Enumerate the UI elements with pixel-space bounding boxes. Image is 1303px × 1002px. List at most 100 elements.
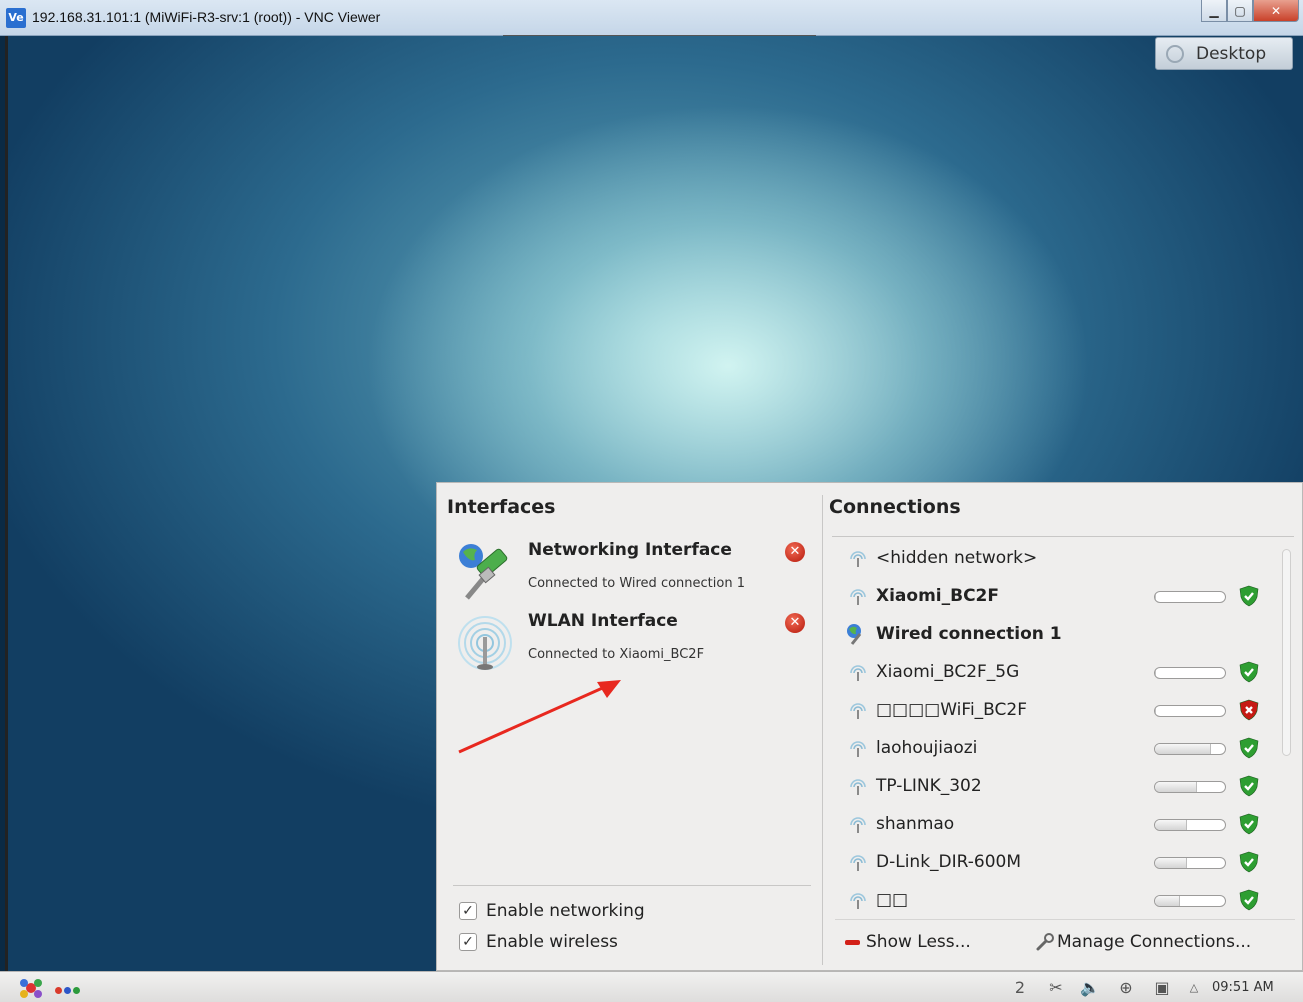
signal-strength-bar — [1154, 667, 1226, 679]
signal-strength-bar — [1154, 857, 1226, 869]
wired-network-icon — [847, 624, 862, 645]
connections-list: <hidden network> Xiaomi_BC2F Wired connect… — [841, 540, 1281, 920]
annotation-arrow-icon — [458, 680, 621, 754]
options-separator — [453, 885, 811, 886]
pager-widget[interactable]: 2 — [1008, 976, 1032, 998]
manage-connections-button[interactable]: Manage Connections... — [1035, 932, 1251, 952]
connection-name: TP-LINK_302 — [876, 776, 982, 796]
maximize-button[interactable]: ▢ — [1227, 0, 1253, 22]
interface-status: Connected to Wired connection 1 — [528, 576, 745, 591]
connection-name: Xiaomi_BC2F — [876, 586, 1000, 606]
connections-heading-underline — [832, 536, 1294, 537]
signal-strength-bar — [1154, 743, 1226, 755]
connection-item[interactable]: D-Link_DIR-600M — [841, 844, 1281, 882]
network-icon[interactable]: ⊕ — [1114, 976, 1138, 998]
interface-status: Connected to Xiaomi_BC2F — [528, 647, 705, 662]
minimize-button[interactable]: ▁ — [1201, 0, 1227, 22]
show-less-button[interactable]: Show Less... — [845, 932, 971, 952]
connection-name: shanmao — [876, 814, 955, 834]
show-less-label: Show Less... — [866, 932, 971, 952]
desktop-button[interactable]: Desktop — [1155, 37, 1293, 70]
connection-item[interactable]: shanmao — [841, 806, 1281, 844]
wifi-signal-icon — [850, 589, 866, 605]
signal-strength-bar — [1154, 781, 1226, 793]
signal-strength-bar — [1154, 819, 1226, 831]
checkmark-icon[interactable]: ✓ — [459, 933, 477, 951]
connection-item[interactable]: Wired connection 1 — [841, 616, 1281, 654]
wifi-signal-icon — [850, 893, 866, 909]
secure-shield-icon — [1239, 775, 1259, 797]
wired-network-icon — [459, 544, 508, 600]
disconnect-icon[interactable]: ✕ — [785, 542, 805, 562]
pager-dot — [64, 987, 71, 994]
insecure-shield-icon — [1239, 699, 1259, 721]
connection-name: <hidden network> — [876, 548, 1038, 568]
column-divider — [822, 495, 823, 965]
minus-icon — [845, 939, 860, 945]
signal-strength-bar — [1154, 705, 1226, 717]
printer-icon[interactable]: ▣ — [1150, 976, 1174, 998]
vnc-titlebar: Ve 192.168.31.101:1 (MiWiFi-R3-srv:1 (ro… — [0, 0, 1303, 36]
connection-name: □□□□WiFi_BC2F — [876, 700, 1027, 720]
wifi-signal-icon — [850, 779, 866, 795]
wireless-antenna-icon — [458, 616, 512, 670]
connection-item[interactable]: Xiaomi_BC2F_5G — [841, 654, 1281, 692]
wifi-signal-icon — [850, 551, 866, 567]
connection-item[interactable]: Xiaomi_BC2F — [841, 578, 1281, 616]
taskbar: 2 ✂ 🔈 ⊕ ▣ △ 09:51 AM — [0, 971, 1303, 1002]
wifi-signal-icon — [850, 855, 866, 871]
wifi-signal-icon — [850, 665, 866, 681]
tray-expand-icon[interactable]: △ — [1182, 976, 1206, 998]
checkmark-icon[interactable]: ✓ — [459, 902, 477, 920]
disconnect-icon[interactable]: ✕ — [785, 613, 805, 633]
connection-item[interactable]: □□ — [841, 882, 1281, 920]
pager-number: 2 — [1014, 977, 1026, 997]
enable-wireless-checkbox[interactable]: ✓ Enable wireless — [459, 932, 618, 952]
secure-shield-icon — [1239, 851, 1259, 873]
volume-icon[interactable]: 🔈 — [1078, 976, 1102, 998]
desktop-button-label: Desktop — [1196, 43, 1267, 64]
pager-dot — [73, 987, 80, 994]
enable-networking-checkbox[interactable]: ✓ Enable networking — [459, 901, 645, 921]
secure-shield-icon — [1239, 813, 1259, 835]
wifi-signal-icon — [850, 703, 866, 719]
connection-name: laohoujiaozi — [876, 738, 978, 758]
interface-name: Networking Interface — [528, 540, 732, 560]
connection-item[interactable]: TP-LINK_302 — [841, 768, 1281, 806]
interfaces-heading: Interfaces — [447, 496, 556, 518]
connection-item[interactable]: <hidden network> — [841, 540, 1281, 578]
wrench-icon — [1036, 933, 1054, 951]
interface-item-networking[interactable]: Networking Interface Connected to Wired … — [457, 540, 817, 606]
connections-scrollbar[interactable] — [1282, 549, 1291, 756]
connection-item[interactable]: □□□□WiFi_BC2F — [841, 692, 1281, 730]
pager-dots[interactable] — [55, 987, 80, 994]
connections-heading: Connections — [829, 496, 961, 518]
desktop-activity-icon — [1166, 44, 1184, 63]
wifi-signal-icon — [850, 817, 866, 833]
connection-item[interactable]: laohoujiaozi — [841, 730, 1281, 768]
secure-shield-icon — [1239, 737, 1259, 759]
window-title: 192.168.31.101:1 (MiWiFi-R3-srv:1 (root)… — [32, 9, 381, 25]
clock: 09:51 AM — [1212, 980, 1274, 995]
connection-name: □□ — [876, 890, 909, 910]
vnc-app-icon[interactable]: Ve — [6, 8, 26, 28]
interface-name: WLAN Interface — [528, 611, 678, 631]
secure-shield-icon — [1239, 889, 1259, 911]
window-controls: ▁ ▢ ✕ — [1201, 0, 1299, 22]
connection-name: D-Link_DIR-600M — [876, 852, 1022, 872]
manage-connections-label: Manage Connections... — [1057, 932, 1252, 952]
signal-strength-bar — [1154, 591, 1226, 603]
secure-shield-icon — [1239, 585, 1259, 607]
start-menu-icon[interactable] — [18, 976, 44, 1000]
pager-dot — [55, 987, 62, 994]
network-manager-popup: Interfaces Connections Networking Interf… — [436, 482, 1303, 971]
close-button[interactable]: ✕ — [1253, 0, 1299, 22]
connection-name: Xiaomi_BC2F_5G — [876, 662, 1020, 682]
enable-wireless-label: Enable wireless — [486, 932, 618, 952]
scissors-icon[interactable]: ✂ — [1044, 976, 1068, 998]
interface-item-wlan[interactable]: WLAN Interface Connected to Xiaomi_BC2F … — [457, 611, 817, 677]
connection-name: Wired connection 1 — [876, 624, 1062, 644]
enable-networking-label: Enable networking — [486, 901, 645, 921]
wifi-signal-icon — [850, 741, 866, 757]
signal-strength-bar — [1154, 895, 1226, 907]
